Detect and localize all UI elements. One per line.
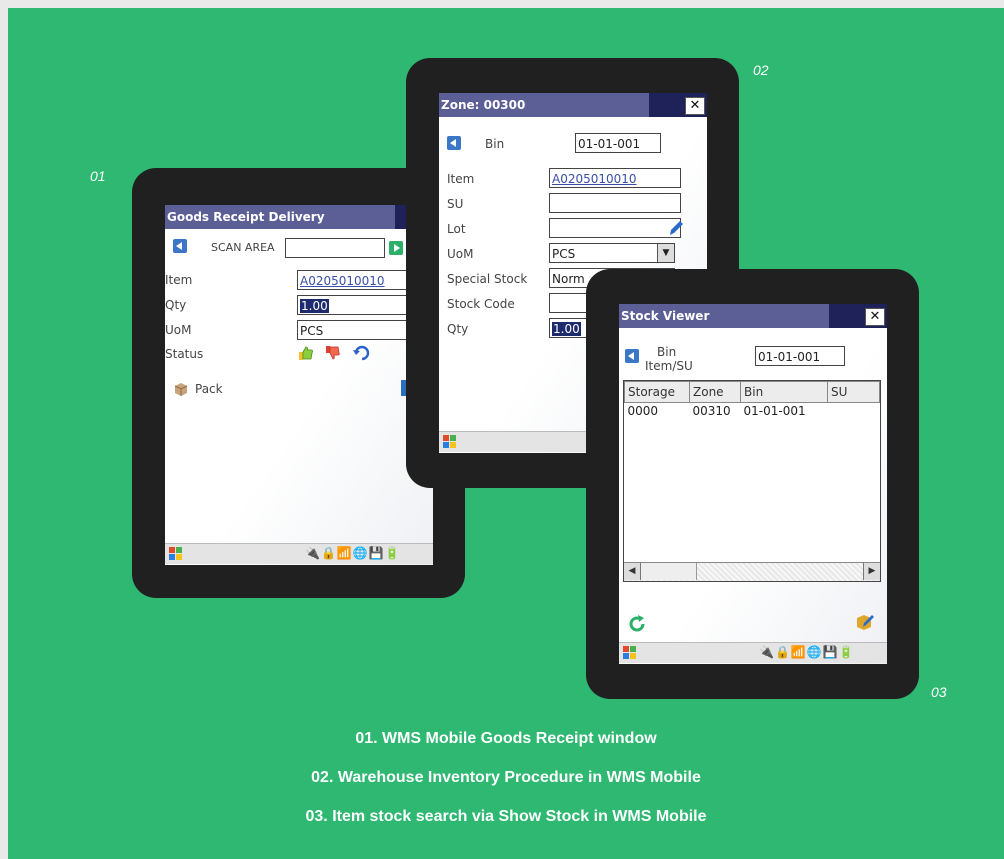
- pencil-icon[interactable]: [667, 218, 685, 238]
- back-button[interactable]: [447, 136, 461, 150]
- thumbs-down-icon[interactable]: [325, 345, 341, 361]
- window-title: Goods Receipt Delivery: [167, 210, 325, 224]
- back-button[interactable]: [625, 349, 639, 363]
- back-button[interactable]: [173, 239, 187, 253]
- su-label: SU: [447, 197, 464, 211]
- special-stock-label: Special Stock: [447, 272, 528, 286]
- item-field[interactable]: A0205010010: [549, 168, 681, 188]
- item-field[interactable]: A0205010010: [297, 270, 417, 290]
- window-title: Stock Viewer: [621, 309, 710, 323]
- title-bar: Zone: 00300 ✕: [439, 93, 707, 117]
- label-01: 01: [90, 168, 106, 184]
- bin-label: Bin: [485, 137, 505, 151]
- column-header-bin[interactable]: Bin: [740, 381, 828, 403]
- special-stock-value: Norm: [552, 272, 585, 286]
- column-header-storage[interactable]: Storage: [624, 381, 690, 403]
- qty-label: Qty: [447, 322, 469, 336]
- caption-3: 03. Item stock search via Show Stock in …: [305, 808, 707, 825]
- caption-1: 01. WMS Mobile Goods Receipt window: [355, 730, 657, 747]
- stock-table: Storage Zone Bin SU 0000 00310 01-01-001: [624, 381, 880, 419]
- lot-label: Lot: [447, 222, 466, 236]
- title-bar: Stock Viewer ✕: [619, 304, 887, 328]
- lot-input[interactable]: [549, 218, 681, 238]
- screen-stock-viewer: Stock Viewer ✕ Bin Item/SU 01-01-001 Sto…: [619, 304, 887, 664]
- windows-start-icon[interactable]: [622, 645, 637, 660]
- status-label: Status: [165, 347, 204, 361]
- title-bar: Goods Receipt Delivery: [165, 205, 417, 229]
- device-stock-viewer: Stock Viewer ✕ Bin Item/SU 01-01-001 Sto…: [586, 269, 919, 699]
- refresh-icon[interactable]: [627, 614, 647, 634]
- qty-value: 1.00: [300, 299, 329, 313]
- promo-panel: 01 02 03 Goods Receipt Delivery SCAN ARE…: [8, 8, 1004, 859]
- cell-zone: 00310: [692, 404, 731, 418]
- undo-icon[interactable]: [352, 345, 370, 361]
- taskbar: 🔌🔒📶🌐💾🔋: [619, 642, 887, 663]
- package-icon: [173, 381, 189, 397]
- thumbs-up-icon[interactable]: [298, 345, 314, 361]
- cell-su: [828, 403, 880, 420]
- table-row[interactable]: 0000 00310 01-01-001: [625, 403, 880, 420]
- system-tray-icons: 🔌🔒📶🌐💾🔋: [759, 645, 855, 659]
- windows-start-icon[interactable]: [168, 546, 183, 561]
- scan-area-label: SCAN AREA: [211, 241, 275, 254]
- uom-label: UoM: [165, 323, 192, 337]
- system-tray-icons: 🔌🔒📶🌐💾🔋: [305, 546, 401, 560]
- horizontal-scrollbar[interactable]: ◀ ▶: [624, 562, 880, 581]
- qty-label: Qty: [165, 298, 187, 312]
- screen-goods-receipt: Goods Receipt Delivery SCAN AREA Item A0…: [165, 205, 433, 565]
- caption-2: 02. Warehouse Inventory Procedure in WMS…: [311, 769, 701, 786]
- bin-input[interactable]: 01-01-001: [755, 346, 845, 366]
- stock-code-label: Stock Code: [447, 297, 515, 311]
- column-header-zone[interactable]: Zone: [689, 381, 741, 403]
- scrollbar-thumb[interactable]: [641, 563, 697, 580]
- cell-storage: 0000: [627, 404, 659, 418]
- taskbar: 🔌🔒📶🌐💾🔋: [165, 543, 433, 564]
- scan-go-button[interactable]: [389, 241, 403, 255]
- label-02: 02: [753, 62, 769, 78]
- chevron-down-icon: ▼: [657, 244, 674, 262]
- scroll-right-icon[interactable]: ▶: [863, 563, 880, 580]
- qty-value: 1.00: [552, 322, 581, 336]
- window-title: Zone: 00300: [441, 98, 526, 112]
- uom-select[interactable]: PCS ▼: [549, 243, 675, 263]
- windows-start-icon[interactable]: [442, 434, 457, 449]
- item-label: Item: [447, 172, 475, 186]
- uom-value: PCS: [552, 247, 576, 261]
- su-input[interactable]: [549, 193, 681, 213]
- scroll-left-icon[interactable]: ◀: [624, 563, 641, 580]
- stock-grid: Storage Zone Bin SU 0000 00310 01-01-001: [623, 380, 881, 582]
- close-icon[interactable]: ✕: [685, 97, 705, 115]
- scan-area-input[interactable]: [285, 238, 385, 258]
- uom-label: UoM: [447, 247, 474, 261]
- edit-package-icon[interactable]: [855, 612, 875, 632]
- uom-value: PCS: [300, 324, 324, 338]
- column-header-su[interactable]: SU: [827, 381, 880, 403]
- item-label: Item: [165, 273, 193, 287]
- close-icon[interactable]: ✕: [865, 308, 885, 326]
- cell-bin: 01-01-001: [743, 404, 806, 418]
- bin-label: Bin: [657, 345, 677, 359]
- label-03: 03: [931, 684, 947, 700]
- pack-label[interactable]: Pack: [195, 382, 223, 396]
- bin-input[interactable]: 01-01-001: [575, 133, 661, 153]
- item-su-label: Item/SU: [645, 359, 693, 373]
